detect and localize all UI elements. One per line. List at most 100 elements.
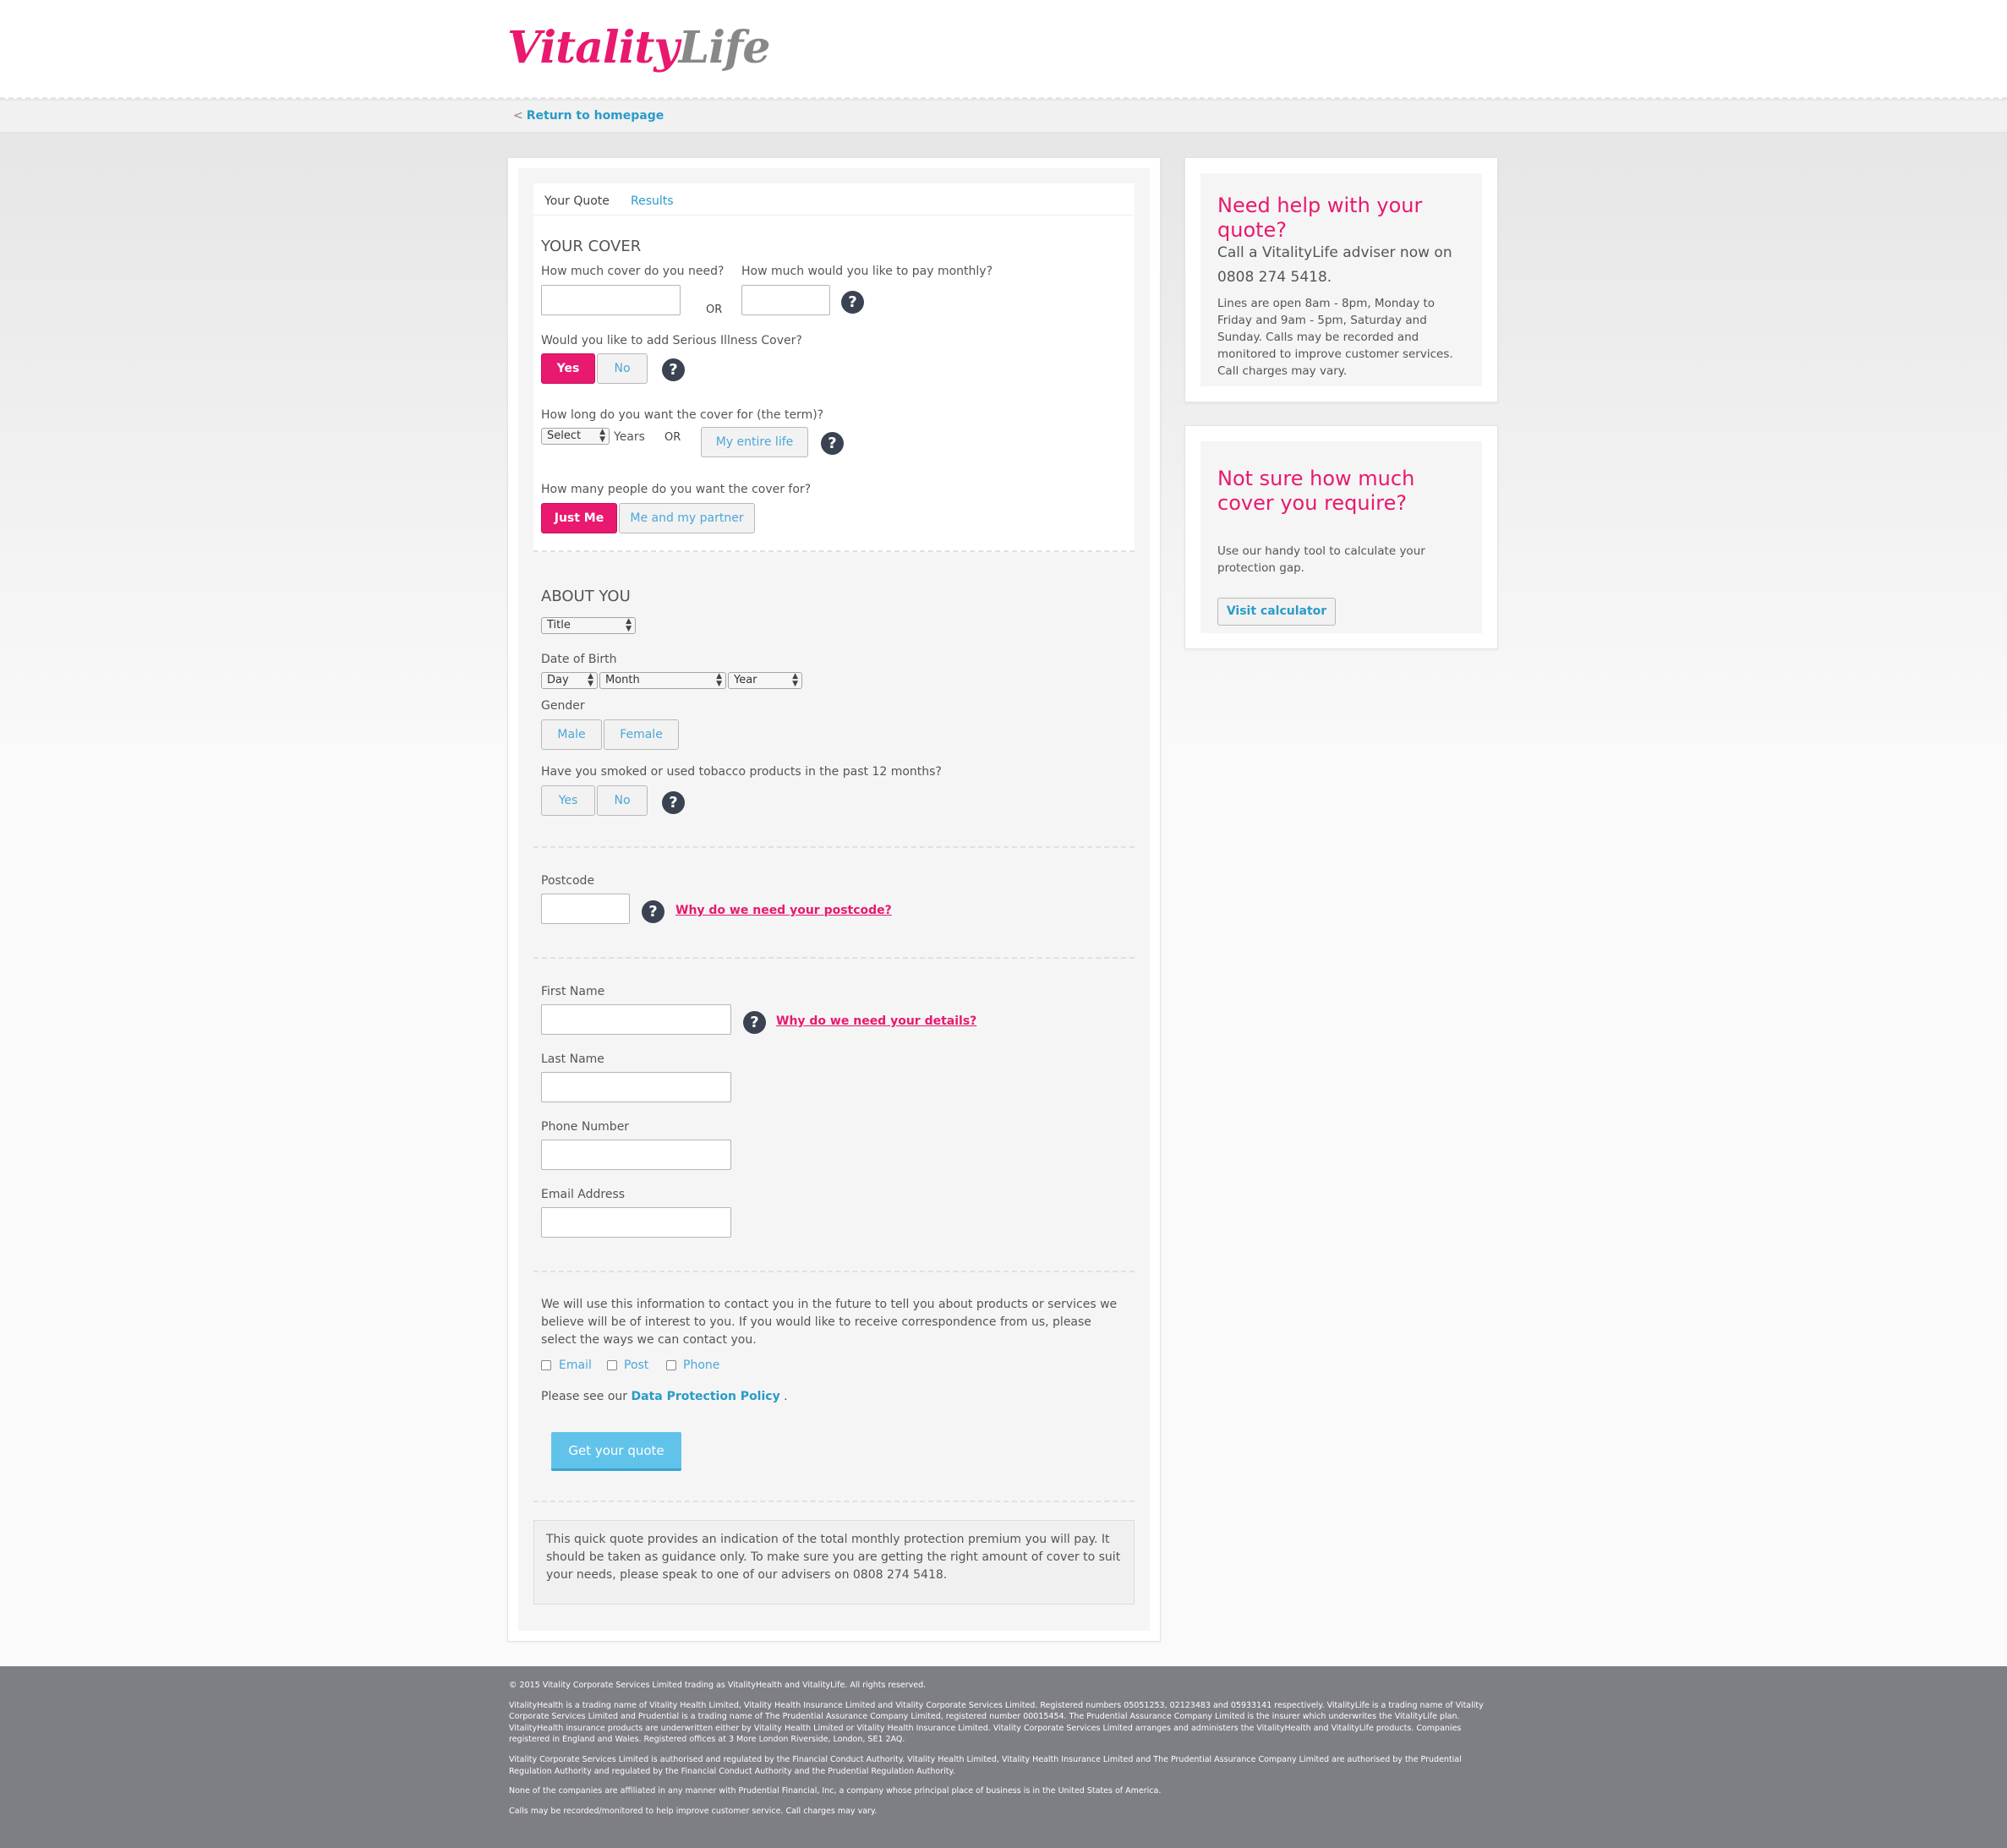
serious-illness-yes-button[interactable]: Yes bbox=[541, 353, 595, 384]
dob-day-select[interactable]: Day ▲ ▼ bbox=[541, 672, 598, 689]
why-postcode-link[interactable]: Why do we need your postcode? bbox=[675, 904, 892, 917]
help-card-hours-text: Lines are open 8am - 8pm, Monday to Frid… bbox=[1217, 297, 1453, 378]
email-address-label: Email Address bbox=[541, 1188, 626, 1201]
tab-results[interactable]: Results bbox=[631, 194, 674, 208]
help-icon[interactable]: ? bbox=[642, 900, 664, 923]
term-label: How long do you want the cover for (the … bbox=[541, 408, 824, 422]
policy-prefix: Please see our bbox=[541, 1390, 628, 1403]
email-checkbox[interactable] bbox=[541, 1360, 551, 1370]
or-label: OR bbox=[664, 431, 681, 444]
chevron-left-icon: < bbox=[513, 109, 523, 123]
title-select[interactable]: Title ▲ ▼ bbox=[541, 617, 636, 634]
postcode-label: Postcode bbox=[541, 874, 595, 888]
help-icon[interactable]: ? bbox=[841, 291, 864, 314]
smoker-label: Have you smoked or used tobacco products… bbox=[541, 765, 942, 779]
first-name-input[interactable] bbox=[541, 1004, 731, 1035]
about-you-heading: ABOUT YOU bbox=[541, 588, 631, 605]
site-header: VitalityLife bbox=[0, 0, 2007, 99]
calculator-card-title: Not sure how much cover you require? bbox=[1217, 467, 1415, 515]
term-select-value: Select bbox=[547, 429, 582, 442]
help-icon[interactable]: ? bbox=[743, 1011, 766, 1034]
last-name-input[interactable] bbox=[541, 1072, 731, 1102]
years-label: Years bbox=[614, 430, 645, 444]
quote-form-card: Your Quote Results YOUR COVER How much c… bbox=[507, 157, 1161, 1642]
help-card: Need help with your quote? Call a Vitali… bbox=[1184, 157, 1498, 402]
cover-amount-input[interactable] bbox=[541, 285, 681, 315]
policy-suffix: . bbox=[784, 1390, 788, 1403]
logo-text-vitality: Vitality bbox=[507, 22, 680, 74]
help-icon[interactable]: ? bbox=[821, 432, 844, 455]
select-arrows-icon: ▲ ▼ bbox=[716, 672, 722, 688]
phone-number-input[interactable] bbox=[541, 1140, 731, 1170]
logo-text-life: Life bbox=[678, 22, 771, 74]
gender-female-button[interactable]: Female bbox=[604, 719, 679, 750]
footer-affiliation: None of the companies are affiliated in … bbox=[509, 1786, 1162, 1796]
your-cover-panel: Your Quote Results YOUR COVER How much c… bbox=[533, 183, 1135, 552]
month-select-value: Month bbox=[605, 674, 640, 686]
section-divider bbox=[533, 1271, 1135, 1272]
just-me-button[interactable]: Just Me bbox=[541, 503, 617, 533]
people-label: How many people do you want the cover fo… bbox=[541, 483, 812, 496]
monthly-pay-input[interactable] bbox=[741, 285, 830, 315]
return-to-homepage-link[interactable]: < Return to homepage bbox=[513, 109, 664, 123]
smoker-yes-button[interactable]: Yes bbox=[541, 785, 595, 816]
dob-year-select[interactable]: Year ▲ ▼ bbox=[728, 672, 802, 689]
email-checkbox-label[interactable]: Email bbox=[559, 1359, 592, 1372]
help-card-call-text: Call a VitalityLife adviser now on 0808 … bbox=[1217, 244, 1452, 286]
section-divider bbox=[533, 1501, 1135, 1502]
help-icon[interactable]: ? bbox=[662, 791, 685, 814]
email-address-input[interactable] bbox=[541, 1207, 731, 1238]
cover-amount-label: How much cover do you need? bbox=[541, 265, 725, 278]
day-select-value: Day bbox=[547, 674, 569, 686]
footer-legal-text: © 2015 Vitality Corporate Services Limit… bbox=[509, 1680, 1498, 1825]
serious-illness-no-button[interactable]: No bbox=[597, 353, 648, 384]
consent-text: We will use this information to contact … bbox=[541, 1298, 1118, 1347]
section-divider bbox=[533, 846, 1135, 848]
your-cover-heading: YOUR COVER bbox=[541, 238, 642, 255]
quote-form-inner: Your Quote Results YOUR COVER How much c… bbox=[518, 168, 1150, 1631]
get-your-quote-button[interactable]: Get your quote bbox=[551, 1432, 681, 1471]
or-label: OR bbox=[706, 303, 723, 316]
select-arrows-icon: ▲ ▼ bbox=[626, 617, 632, 633]
year-select-value: Year bbox=[734, 674, 757, 686]
footer-trading-names: VitalityHealth is a trading name of Vita… bbox=[509, 1700, 1484, 1745]
tab-your-quote[interactable]: Your Quote bbox=[544, 194, 610, 208]
vitalitylife-logo[interactable]: VitalityLife bbox=[507, 22, 771, 74]
monthly-pay-label: How much would you like to pay monthly? bbox=[741, 265, 993, 278]
sub-navigation: < Return to homepage bbox=[0, 101, 2007, 133]
me-and-partner-button[interactable]: Me and my partner bbox=[619, 503, 755, 533]
site-footer: © 2015 Vitality Corporate Services Limit… bbox=[0, 1666, 2007, 1848]
select-arrows-icon: ▲ ▼ bbox=[599, 428, 605, 444]
disclaimer-text: This quick quote provides an indication … bbox=[546, 1533, 1121, 1582]
help-card-title: Need help with your quote? bbox=[1217, 194, 1423, 242]
dob-label: Date of Birth bbox=[541, 653, 617, 666]
serious-illness-label: Would you like to add Serious Illness Co… bbox=[541, 334, 802, 347]
postcode-input[interactable] bbox=[541, 894, 630, 924]
why-details-link[interactable]: Why do we need your details? bbox=[776, 1014, 976, 1028]
data-policy-line: Please see our Data Protection Policy . bbox=[541, 1390, 788, 1403]
disclaimer-box: This quick quote provides an indication … bbox=[533, 1520, 1135, 1605]
smoker-no-button[interactable]: No bbox=[597, 785, 648, 816]
first-name-label: First Name bbox=[541, 985, 605, 998]
term-select[interactable]: Select ▲ ▼ bbox=[541, 428, 610, 445]
back-link-label: Return to homepage bbox=[526, 109, 664, 123]
quote-tabs: Your Quote Results bbox=[533, 183, 1135, 216]
help-card-inner: Need help with your quote? Call a Vitali… bbox=[1200, 173, 1482, 386]
gender-label: Gender bbox=[541, 699, 585, 713]
gender-male-button[interactable]: Male bbox=[541, 719, 602, 750]
phone-checkbox[interactable] bbox=[666, 1360, 676, 1370]
entire-life-button[interactable]: My entire life bbox=[701, 427, 808, 457]
calculator-card-text: Use our handy tool to calculate your pro… bbox=[1217, 544, 1425, 575]
visit-calculator-button[interactable]: Visit calculator bbox=[1217, 598, 1336, 626]
calculator-card: Not sure how much cover you require? Use… bbox=[1184, 425, 1498, 649]
calculator-card-inner: Not sure how much cover you require? Use… bbox=[1200, 441, 1482, 633]
footer-regulation: Vitality Corporate Services Limited is a… bbox=[509, 1754, 1462, 1776]
select-arrows-icon: ▲ ▼ bbox=[792, 672, 798, 688]
data-protection-policy-link[interactable]: Data Protection Policy bbox=[632, 1390, 780, 1403]
post-checkbox-label[interactable]: Post bbox=[624, 1359, 648, 1372]
dob-month-select[interactable]: Month ▲ ▼ bbox=[599, 672, 726, 689]
help-icon[interactable]: ? bbox=[662, 358, 685, 381]
post-checkbox[interactable] bbox=[607, 1360, 617, 1370]
phone-checkbox-label[interactable]: Phone bbox=[683, 1359, 719, 1372]
title-select-value: Title bbox=[547, 619, 571, 631]
